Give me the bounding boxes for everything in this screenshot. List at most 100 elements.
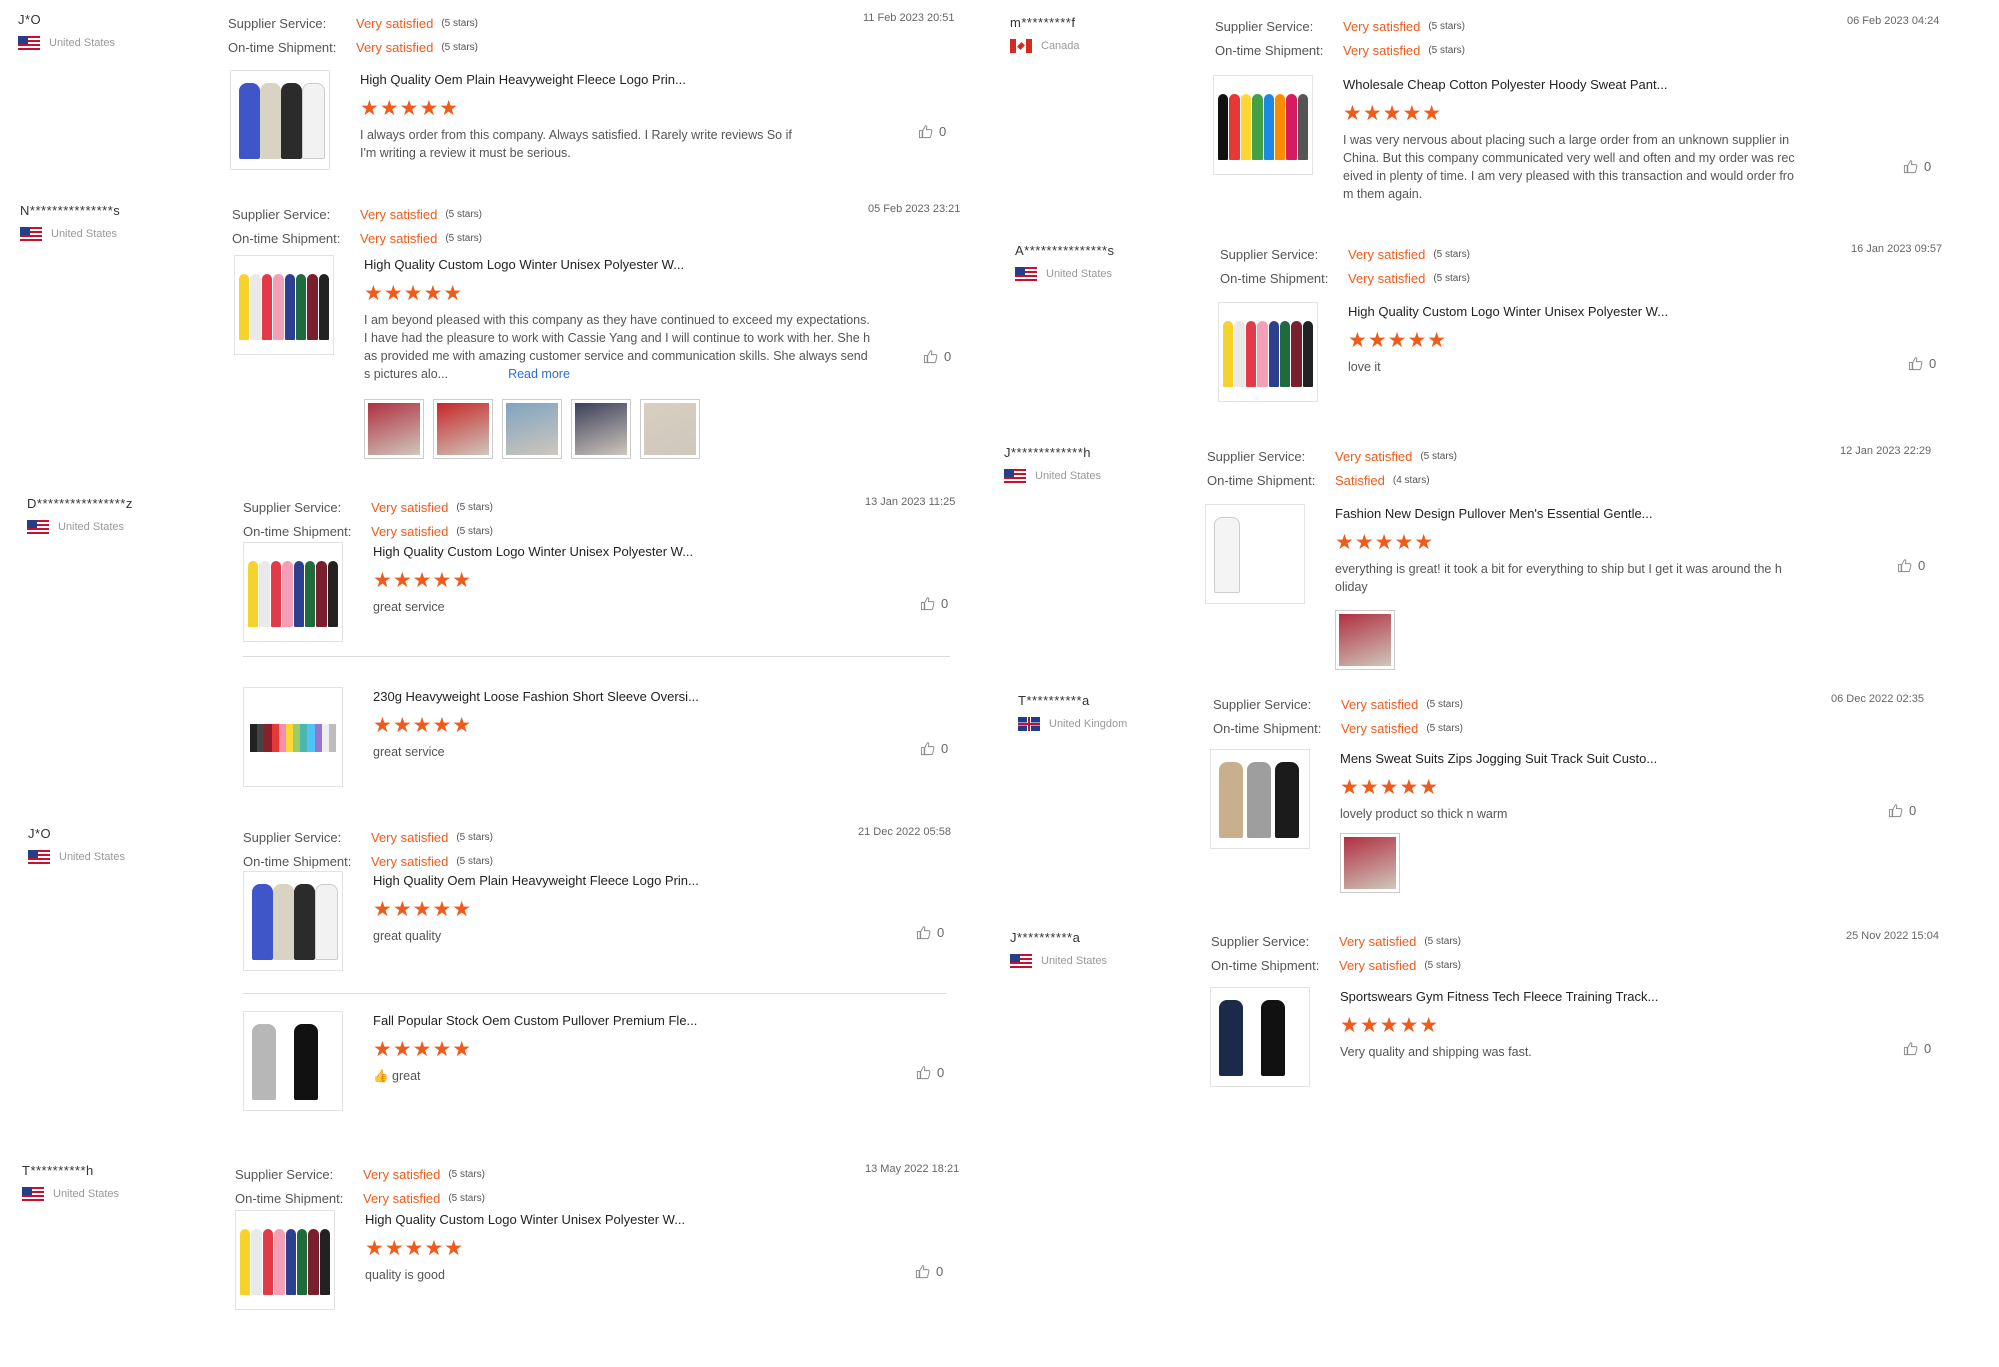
- like-count: 0: [1929, 356, 1937, 371]
- like-button[interactable]: 0: [916, 1065, 944, 1080]
- product-title-link[interactable]: Wholesale Cheap Cotton Polyester Hoody S…: [1343, 77, 1667, 92]
- tracksuit-image[interactable]: [243, 871, 343, 971]
- buyer-country: United States: [1015, 267, 1205, 281]
- buyer-name: J*************h: [1004, 445, 1091, 460]
- country-name: United States: [59, 851, 126, 863]
- us-flag-icon: [1015, 267, 1037, 281]
- review-photo-thumbnail[interactable]: [1340, 833, 1400, 893]
- like-button[interactable]: 0: [1903, 159, 1931, 174]
- review-photo-thumbnail[interactable]: [1335, 610, 1395, 670]
- buyer-country: United Kingdom: [1018, 717, 1208, 731]
- ontime-shipment-value: Very satisfied: [1339, 958, 1417, 973]
- ontime-shipment-value: Satisfied: [1335, 473, 1385, 488]
- review-text-line: m them again.: [1343, 187, 1423, 201]
- buyer-name: J**********a: [1010, 930, 1081, 945]
- ontime-shipment-row: On-time Shipment: Very satisfied (5 stars): [232, 227, 482, 251]
- like-button[interactable]: 0: [923, 349, 951, 364]
- review-text-line: I always order from this company. Always…: [360, 128, 792, 142]
- supplier-service-row: Supplier Service: Very satisfied (5 stars): [1220, 243, 1470, 267]
- review-text: lovely product so thick n warm: [1340, 805, 1507, 823]
- product-title-link[interactable]: High Quality Oem Plain Heavyweight Fleec…: [373, 873, 699, 888]
- country-name: United States: [1046, 268, 1113, 280]
- review-photo-thumbnail[interactable]: [364, 399, 424, 459]
- supplier-service-row: Supplier Service: Very satisfied (5 stars): [235, 1163, 485, 1187]
- like-button[interactable]: 0: [920, 596, 948, 611]
- ontime-shipment-stars: (5 stars): [448, 1193, 485, 1204]
- rating-summary: Supplier Service: Very satisfied (5 stars)…: [243, 826, 493, 874]
- product-title-link[interactable]: High Quality Custom Logo Winter Unisex P…: [373, 544, 693, 559]
- product-title-link[interactable]: High Quality Custom Logo Winter Unisex P…: [1348, 304, 1668, 319]
- review-product: High Quality Custom Logo Winter Unisex P…: [234, 255, 963, 381]
- like-button[interactable]: 0: [918, 124, 946, 139]
- ontime-shipment-row: On-time Shipment: Very satisfied (5 stars): [243, 520, 493, 544]
- like-button[interactable]: 0: [1908, 356, 1936, 371]
- buyer-info: T**********h United States: [22, 1163, 212, 1201]
- like-count: 0: [936, 1264, 944, 1279]
- review-photo-thumbnail[interactable]: [502, 399, 562, 459]
- product-title-link[interactable]: High Quality Custom Logo Winter Unisex P…: [364, 257, 684, 272]
- color-hoodies-image[interactable]: [1213, 75, 1313, 175]
- supplier-service-stars: (5 stars): [441, 18, 478, 29]
- buyer-country: Canada: [1010, 39, 1200, 53]
- buyer-name: J*O: [18, 12, 42, 27]
- ontime-shipment-value: Very satisfied: [371, 524, 449, 539]
- hoodies-image[interactable]: [243, 542, 343, 642]
- like-button[interactable]: 0: [916, 925, 944, 940]
- review-text-line: love it: [1348, 360, 1381, 374]
- like-button[interactable]: 0: [1903, 1041, 1931, 1056]
- ontime-shipment-row: On-time Shipment: Very satisfied (5 stars): [1211, 954, 1461, 978]
- tshirts-image[interactable]: [243, 687, 343, 787]
- product-divider: [243, 993, 946, 994]
- tracksuit-image[interactable]: [230, 70, 330, 170]
- review-text-line: great quality: [373, 929, 442, 943]
- ontime-shipment-value: Very satisfied: [1341, 721, 1419, 736]
- product-title-link[interactable]: 230g Heavyweight Loose Fashion Short Sle…: [373, 689, 699, 704]
- review-photo-thumbnail[interactable]: [571, 399, 631, 459]
- country-name: United States: [58, 521, 125, 533]
- ontime-shipment-label: On-time Shipment:: [228, 40, 337, 55]
- like-button[interactable]: 0: [1897, 558, 1925, 573]
- like-button[interactable]: 0: [915, 1264, 943, 1279]
- like-count: 0: [941, 741, 949, 756]
- review-photo-thumbnail[interactable]: [433, 399, 493, 459]
- like-count: 0: [941, 596, 949, 611]
- white-hoodie-image[interactable]: [1205, 504, 1305, 604]
- review-text: I always order from this company. Always…: [360, 126, 792, 162]
- zip-hoodie-image[interactable]: [243, 1011, 343, 1111]
- buyer-info: D****************z United States: [27, 496, 217, 534]
- supplier-service-value: Very satisfied: [1341, 697, 1419, 712]
- hoodies-image[interactable]: [1218, 302, 1318, 402]
- review-product: Sportswears Gym Fitness Tech Fleece Trai…: [1210, 987, 1943, 1089]
- rating-summary: Supplier Service: Very satisfied (5 stars)…: [228, 12, 478, 60]
- product-title-link[interactable]: Sportswears Gym Fitness Tech Fleece Trai…: [1340, 989, 1658, 1004]
- hoodies-image[interactable]: [234, 255, 334, 355]
- read-more-link[interactable]: Read more: [508, 367, 570, 381]
- review-date: 05 Feb 2023 23:21: [868, 203, 961, 215]
- sweat-suits-image[interactable]: [1210, 749, 1310, 849]
- country-name: United States: [53, 1188, 120, 1200]
- product-title-link[interactable]: Fall Popular Stock Oem Custom Pullover P…: [373, 1013, 697, 1028]
- product-title-link[interactable]: Mens Sweat Suits Zips Jogging Suit Track…: [1340, 751, 1657, 766]
- star-rating: ★★★★★: [1340, 776, 1440, 799]
- review-text-line: eived in plenty of time. I am very pleas…: [1343, 169, 1794, 183]
- ontime-shipment-label: On-time Shipment:: [1220, 271, 1329, 286]
- ontime-shipment-label: On-time Shipment:: [1213, 721, 1322, 736]
- hoodies-image[interactable]: [235, 1210, 335, 1310]
- product-title-link[interactable]: High Quality Oem Plain Heavyweight Fleec…: [360, 72, 686, 87]
- supplier-service-value: Very satisfied: [371, 830, 449, 845]
- supplier-service-stars: (5 stars): [448, 1169, 485, 1180]
- product-title-link[interactable]: Fashion New Design Pullover Men's Essent…: [1335, 506, 1653, 521]
- ontime-shipment-row: On-time Shipment: Satisfied (4 stars): [1207, 469, 1457, 493]
- star-rating: ★★★★★: [1340, 1014, 1440, 1037]
- supplier-service-stars: (5 stars): [456, 832, 493, 843]
- review-photo-thumbnail[interactable]: [640, 399, 700, 459]
- like-button[interactable]: 0: [920, 741, 948, 756]
- tech-fleece-image[interactable]: [1210, 987, 1310, 1087]
- us-flag-icon: [1010, 954, 1032, 968]
- like-button[interactable]: 0: [1888, 803, 1916, 818]
- supplier-service-value: Very satisfied: [1348, 247, 1426, 262]
- supplier-service-value: Very satisfied: [371, 500, 449, 515]
- supplier-service-row: Supplier Service: Very satisfied (5 stars): [1213, 693, 1463, 717]
- product-title-link[interactable]: High Quality Custom Logo Winter Unisex P…: [365, 1212, 685, 1227]
- supplier-service-label: Supplier Service:: [243, 500, 342, 515]
